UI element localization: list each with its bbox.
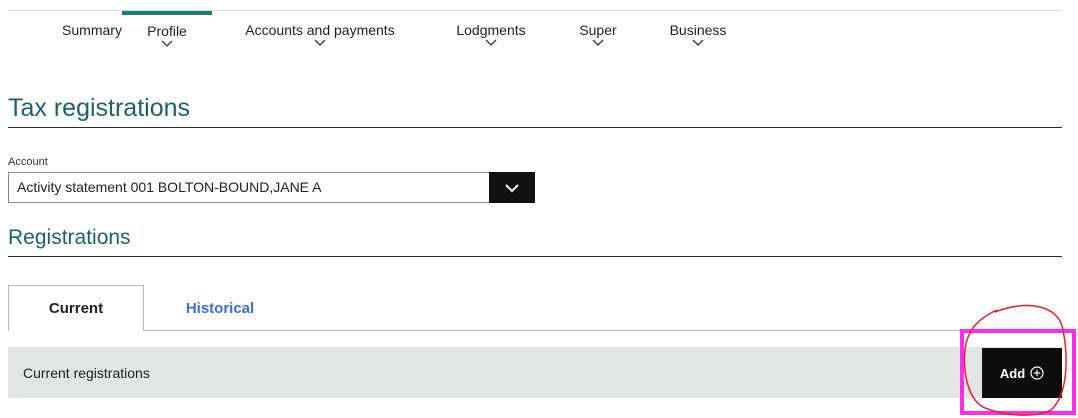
plus-circle-icon (1030, 366, 1044, 380)
title-divider (8, 127, 1062, 128)
nav-item-profile[interactable]: Profile (122, 11, 212, 65)
chevron-down-icon (161, 40, 173, 47)
chevron-down-icon (485, 39, 497, 46)
nav-item-label: Accounts and payments (245, 22, 395, 38)
chevron-down-icon (314, 39, 326, 46)
nav-item-lodgments[interactable]: Lodgments (446, 10, 536, 60)
add-button-label: Add (999, 365, 1026, 381)
chevron-down-icon (592, 39, 604, 46)
tab-label: Historical (185, 299, 255, 317)
section-title: Registrations (8, 226, 131, 249)
nav-item-label: Business (669, 22, 727, 38)
section-divider (8, 256, 1062, 257)
chevron-down-icon (505, 183, 519, 192)
current-registrations-label: Current registrations (23, 365, 150, 381)
page-title: Tax registrations (8, 94, 191, 122)
nav-item-accounts-and-payments[interactable]: Accounts and payments (232, 10, 408, 60)
account-label: Account (8, 156, 48, 168)
nav-item-label: Super (579, 22, 617, 38)
tab-current[interactable]: Current (8, 285, 144, 331)
nav-item-super[interactable]: Super (570, 10, 626, 60)
account-select[interactable]: Activity statement 001 BOLTON-BOUND,JANE… (8, 172, 535, 203)
nav-item-business[interactable]: Business (660, 10, 736, 60)
current-registrations-bar: Current registrations (8, 347, 1062, 398)
tab-historical[interactable]: Historical (150, 285, 290, 331)
nav-item-label: Summary (62, 22, 122, 38)
add-button[interactable]: Add (982, 348, 1062, 398)
nav-item-label: Lodgments (456, 22, 526, 38)
chevron-down-icon (692, 39, 704, 46)
account-select-toggle[interactable] (489, 172, 535, 203)
account-select-value: Activity statement 001 BOLTON-BOUND,JANE… (17, 179, 322, 195)
tab-label: Current (48, 299, 104, 317)
nav-item-label: Profile (147, 23, 187, 39)
nav-item-summary[interactable]: Summary (58, 10, 126, 60)
